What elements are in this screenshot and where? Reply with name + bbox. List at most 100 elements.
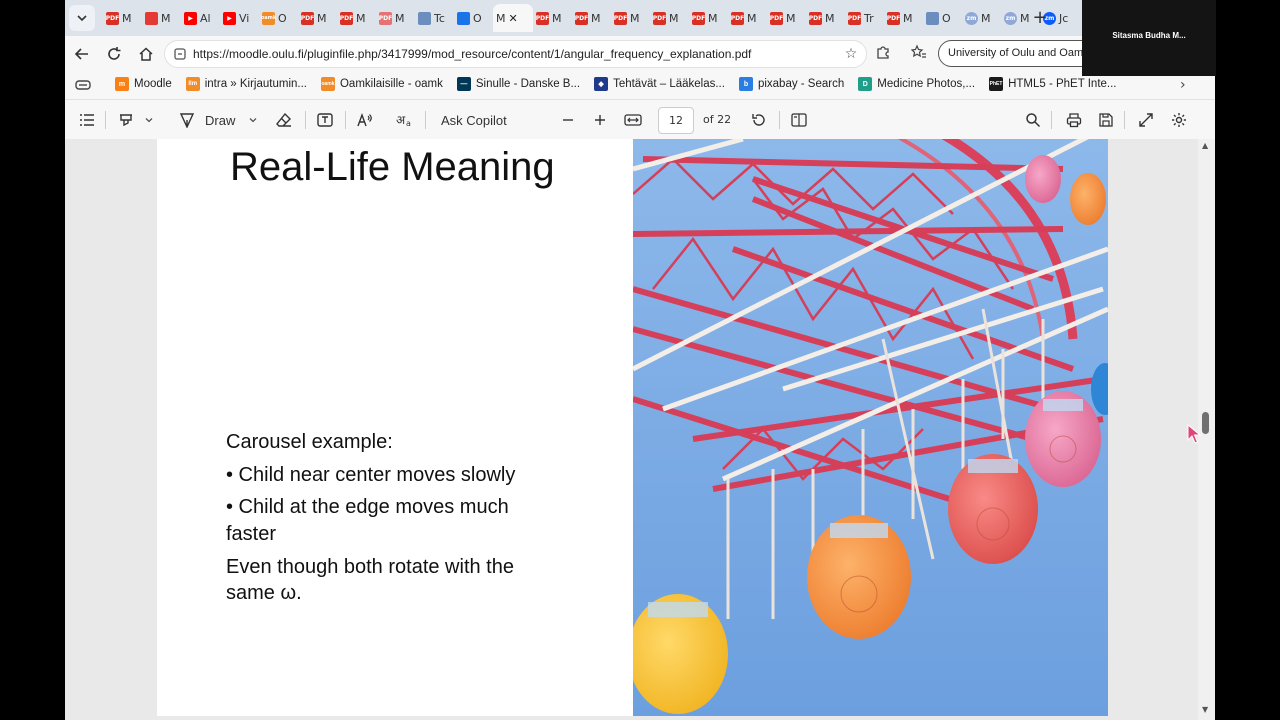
list-icon bbox=[80, 114, 94, 126]
scrollbar-thumb[interactable] bbox=[1202, 412, 1209, 434]
bookmark-item[interactable]: D Medicine Photos,... bbox=[858, 77, 975, 91]
collections-icon[interactable] bbox=[75, 78, 91, 95]
back-button[interactable] bbox=[71, 43, 93, 65]
tab[interactable]: PDF M bbox=[103, 4, 142, 32]
highlighter-icon bbox=[120, 114, 132, 127]
pdf-icon: PDF bbox=[887, 11, 900, 25]
page-view-button[interactable] bbox=[791, 110, 807, 130]
chevron-down-icon[interactable] bbox=[144, 115, 154, 125]
bookmark-item[interactable]: oamk Oamkilaisille - oamk bbox=[320, 77, 443, 91]
tab-label: M bbox=[161, 11, 171, 25]
ask-copilot-button[interactable]: Ask Copilot bbox=[441, 110, 507, 130]
tab-active[interactable]: M ✕ bbox=[493, 4, 533, 32]
draw-button[interactable]: Draw bbox=[179, 110, 258, 130]
mouse-cursor-icon bbox=[1187, 424, 1201, 444]
fullscreen-button[interactable] bbox=[1138, 110, 1154, 130]
save-icon bbox=[1099, 113, 1113, 127]
favorites-icon[interactable] bbox=[909, 44, 929, 64]
pdf-icon: PDF bbox=[379, 11, 392, 25]
tab[interactable]: PDF M bbox=[376, 4, 415, 32]
scroll-up-icon[interactable]: ▲ bbox=[1202, 141, 1208, 150]
zoom-icon: zm bbox=[965, 11, 978, 25]
fit-width-button[interactable] bbox=[624, 110, 642, 130]
rotate-button[interactable] bbox=[751, 110, 767, 130]
extensions-icon[interactable] bbox=[873, 44, 893, 64]
tab[interactable]: PDF M bbox=[767, 4, 806, 32]
new-tab-button[interactable]: + bbox=[1030, 8, 1050, 28]
chevron-down-icon[interactable] bbox=[248, 115, 258, 125]
bookmark-item[interactable]: b pixabay - Search bbox=[738, 77, 844, 91]
bookmark-item[interactable]: m Moodle bbox=[115, 77, 172, 91]
tab[interactable]: PDF M bbox=[650, 4, 689, 32]
tab[interactable]: PDF M bbox=[689, 4, 728, 32]
oamk-icon: oamk bbox=[320, 77, 335, 91]
tab[interactable]: O bbox=[923, 4, 962, 32]
tab[interactable]: PDF M bbox=[611, 4, 650, 32]
tab[interactable]: PDF M bbox=[806, 4, 845, 32]
tab[interactable]: M bbox=[142, 4, 181, 32]
slide-text-line: Carousel example: bbox=[226, 431, 393, 453]
site-info-icon[interactable] bbox=[173, 47, 187, 61]
grid-icon bbox=[457, 11, 470, 25]
tab[interactable]: PDF M bbox=[533, 4, 572, 32]
tab-actions-button[interactable] bbox=[69, 5, 95, 31]
screen: PDF M M ▶ Al ▶ Vi oamk O PDF M PDF M PDF M Tc O… bbox=[0, 0, 1280, 720]
draw-pen-icon bbox=[179, 113, 195, 128]
page-number-input[interactable]: 12 bbox=[658, 107, 694, 134]
tab[interactable]: PDF M bbox=[298, 4, 337, 32]
tab[interactable]: Tc bbox=[415, 4, 454, 32]
fit-width-icon bbox=[624, 114, 642, 126]
favorite-star-icon[interactable]: ☆ bbox=[841, 44, 861, 64]
refresh-button[interactable] bbox=[103, 43, 125, 65]
home-button[interactable] bbox=[135, 43, 157, 65]
tab[interactable]: oamk O bbox=[259, 4, 298, 32]
laakelaskenta-icon: ◆ bbox=[594, 77, 609, 91]
tab-label: O bbox=[278, 11, 287, 25]
tab-label: M bbox=[825, 11, 835, 25]
tab[interactable]: ▶ Al bbox=[181, 4, 220, 32]
save-button[interactable] bbox=[1098, 110, 1114, 130]
find-button[interactable] bbox=[1025, 110, 1041, 130]
print-button[interactable] bbox=[1066, 110, 1082, 130]
bookmark-label: Sinulle - Danske B... bbox=[475, 78, 581, 90]
profile-button[interactable]: University of Oulu and Oamk bbox=[938, 40, 1098, 67]
bookmark-item[interactable]: ◆ Tehtävät – Lääkelas... bbox=[594, 77, 725, 91]
chevron-right-icon[interactable]: › bbox=[1180, 77, 1186, 93]
favorites-list-icon bbox=[910, 44, 926, 58]
participant-name: Sitasma Budha M... bbox=[1112, 31, 1186, 40]
phet-icon: PhET bbox=[989, 77, 1004, 91]
tab[interactable]: zm M bbox=[962, 4, 1001, 32]
tab[interactable]: PDF M bbox=[728, 4, 767, 32]
zoom-in-button[interactable] bbox=[593, 110, 607, 130]
translate-button[interactable]: अa bbox=[396, 110, 414, 130]
pdf-icon: PDF bbox=[340, 11, 353, 25]
close-tab-icon[interactable]: ✕ bbox=[509, 12, 518, 25]
separator bbox=[425, 111, 426, 129]
settings-button[interactable] bbox=[1171, 110, 1187, 130]
eraser-button[interactable] bbox=[276, 110, 292, 130]
puzzle-icon bbox=[877, 46, 889, 59]
zoom-out-button[interactable] bbox=[561, 110, 575, 130]
read-aloud-button[interactable] bbox=[357, 110, 373, 130]
bookmark-item[interactable]: PhET HTML5 - PhET Inte... bbox=[989, 77, 1117, 91]
tab[interactable]: PDF Tr bbox=[845, 4, 884, 32]
tab[interactable]: PDF M bbox=[337, 4, 376, 32]
page-view-icon bbox=[791, 113, 807, 127]
pdf-icon: PDF bbox=[575, 11, 588, 25]
add-text-button[interactable] bbox=[317, 110, 333, 130]
tab-label: Tr bbox=[864, 11, 874, 25]
contents-button[interactable] bbox=[79, 110, 95, 130]
oamk-icon: oamk bbox=[261, 11, 276, 25]
tab[interactable]: PDF M bbox=[572, 4, 611, 32]
highlight-button[interactable] bbox=[118, 110, 154, 130]
tab[interactable]: PDF M bbox=[884, 4, 923, 32]
tab-label: M bbox=[669, 11, 679, 25]
scroll-down-icon[interactable]: ▼ bbox=[1202, 705, 1208, 714]
tab[interactable]: O bbox=[454, 4, 493, 32]
chevron-down-icon bbox=[77, 15, 87, 22]
bookmark-item[interactable]: Ilm intra » Kirjautumin... bbox=[185, 77, 307, 91]
tab[interactable]: ▶ Vi bbox=[220, 4, 259, 32]
url-field[interactable]: https://moodle.oulu.fi/pluginfile.php/34… bbox=[164, 40, 867, 68]
slide-text-line: faster bbox=[226, 523, 277, 545]
bookmark-item[interactable]: — Sinulle - Danske B... bbox=[456, 77, 581, 91]
